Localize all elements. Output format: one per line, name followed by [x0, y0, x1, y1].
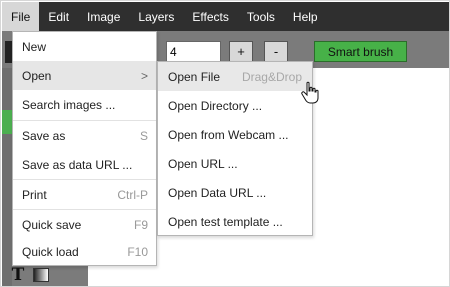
menu-item-print[interactable]: Print Ctrl-P — [13, 180, 156, 209]
menu-item-shortcut: F9 — [133, 217, 148, 232]
smart-brush-button[interactable]: Smart brush — [314, 41, 407, 62]
menu-item-shortcut: Ctrl-P — [117, 187, 148, 202]
menu-item-label: Save as data URL ... — [22, 157, 133, 172]
menu-item-label: New — [22, 39, 47, 54]
open-submenu: Open File Drag&Drop Open Directory ... O… — [157, 61, 313, 236]
menu-item-label: Print — [22, 187, 47, 202]
file-menu-dropdown: New Open > Search images ... Save as S S… — [12, 31, 157, 266]
submenu-item-open-data-url[interactable]: Open Data URL ... — [158, 178, 312, 207]
brush-size-input[interactable] — [166, 41, 221, 62]
menu-item-label: Search images ... — [22, 97, 116, 112]
hand-cursor-icon — [301, 81, 319, 104]
menu-item-open[interactable]: Open > — [13, 61, 156, 90]
bottom-tools: T — [9, 263, 79, 286]
increase-button[interactable]: + — [229, 41, 253, 62]
menu-item-label: Save as — [22, 128, 66, 143]
text-tool-icon[interactable]: T — [9, 265, 27, 285]
menu-bar: File Edit Image Layers Effects Tools Hel… — [2, 2, 449, 31]
submenu-item-label: Open Data URL ... — [168, 185, 267, 200]
active-tool-indicator — [2, 110, 12, 134]
menu-item-search-images[interactable]: Search images ... — [13, 90, 156, 119]
menu-tools[interactable]: Tools — [238, 2, 284, 31]
menu-file[interactable]: File — [2, 2, 40, 31]
menu-item-save-data-url[interactable]: Save as data URL ... — [13, 150, 156, 179]
gradient-tool-icon[interactable] — [33, 268, 49, 282]
menu-effects[interactable]: Effects — [183, 2, 237, 31]
submenu-item-label: Open File — [168, 69, 221, 84]
submenu-item-open-file[interactable]: Open File Drag&Drop — [158, 62, 312, 91]
submenu-item-label: Open Directory ... — [168, 98, 263, 113]
menu-help[interactable]: Help — [284, 2, 327, 31]
menu-edit[interactable]: Edit — [39, 2, 78, 31]
submenu-item-open-webcam[interactable]: Open from Webcam ... — [158, 120, 312, 149]
menu-item-quick-save[interactable]: Quick save F9 — [13, 210, 156, 239]
submenu-item-label: Open URL ... — [168, 156, 238, 171]
submenu-item-label: Open from Webcam ... — [168, 127, 289, 142]
menu-item-label: Open — [22, 68, 52, 83]
submenu-item-label: Open test template ... — [168, 214, 283, 229]
chevron-right-icon: > — [140, 68, 148, 83]
menu-item-new[interactable]: New — [13, 32, 156, 61]
submenu-item-open-url[interactable]: Open URL ... — [158, 149, 312, 178]
submenu-item-shortcut: Drag&Drop — [241, 69, 302, 84]
menu-item-save-as[interactable]: Save as S — [13, 121, 156, 150]
menu-item-label: Quick load — [22, 244, 79, 259]
menu-item-shortcut: S — [139, 128, 148, 143]
menu-item-quick-load[interactable]: Quick load F10 — [13, 237, 156, 266]
submenu-item-open-test-template[interactable]: Open test template ... — [158, 207, 312, 236]
app-window: File Edit Image Layers Effects Tools Hel… — [0, 0, 450, 287]
menu-item-label: Quick save — [22, 217, 82, 232]
menu-layers[interactable]: Layers — [129, 2, 183, 31]
tool-strip — [2, 68, 12, 286]
menu-item-shortcut: F10 — [127, 244, 148, 259]
decrease-button[interactable]: - — [264, 41, 288, 62]
menu-image[interactable]: Image — [78, 2, 129, 31]
submenu-item-open-directory[interactable]: Open Directory ... — [158, 91, 312, 120]
